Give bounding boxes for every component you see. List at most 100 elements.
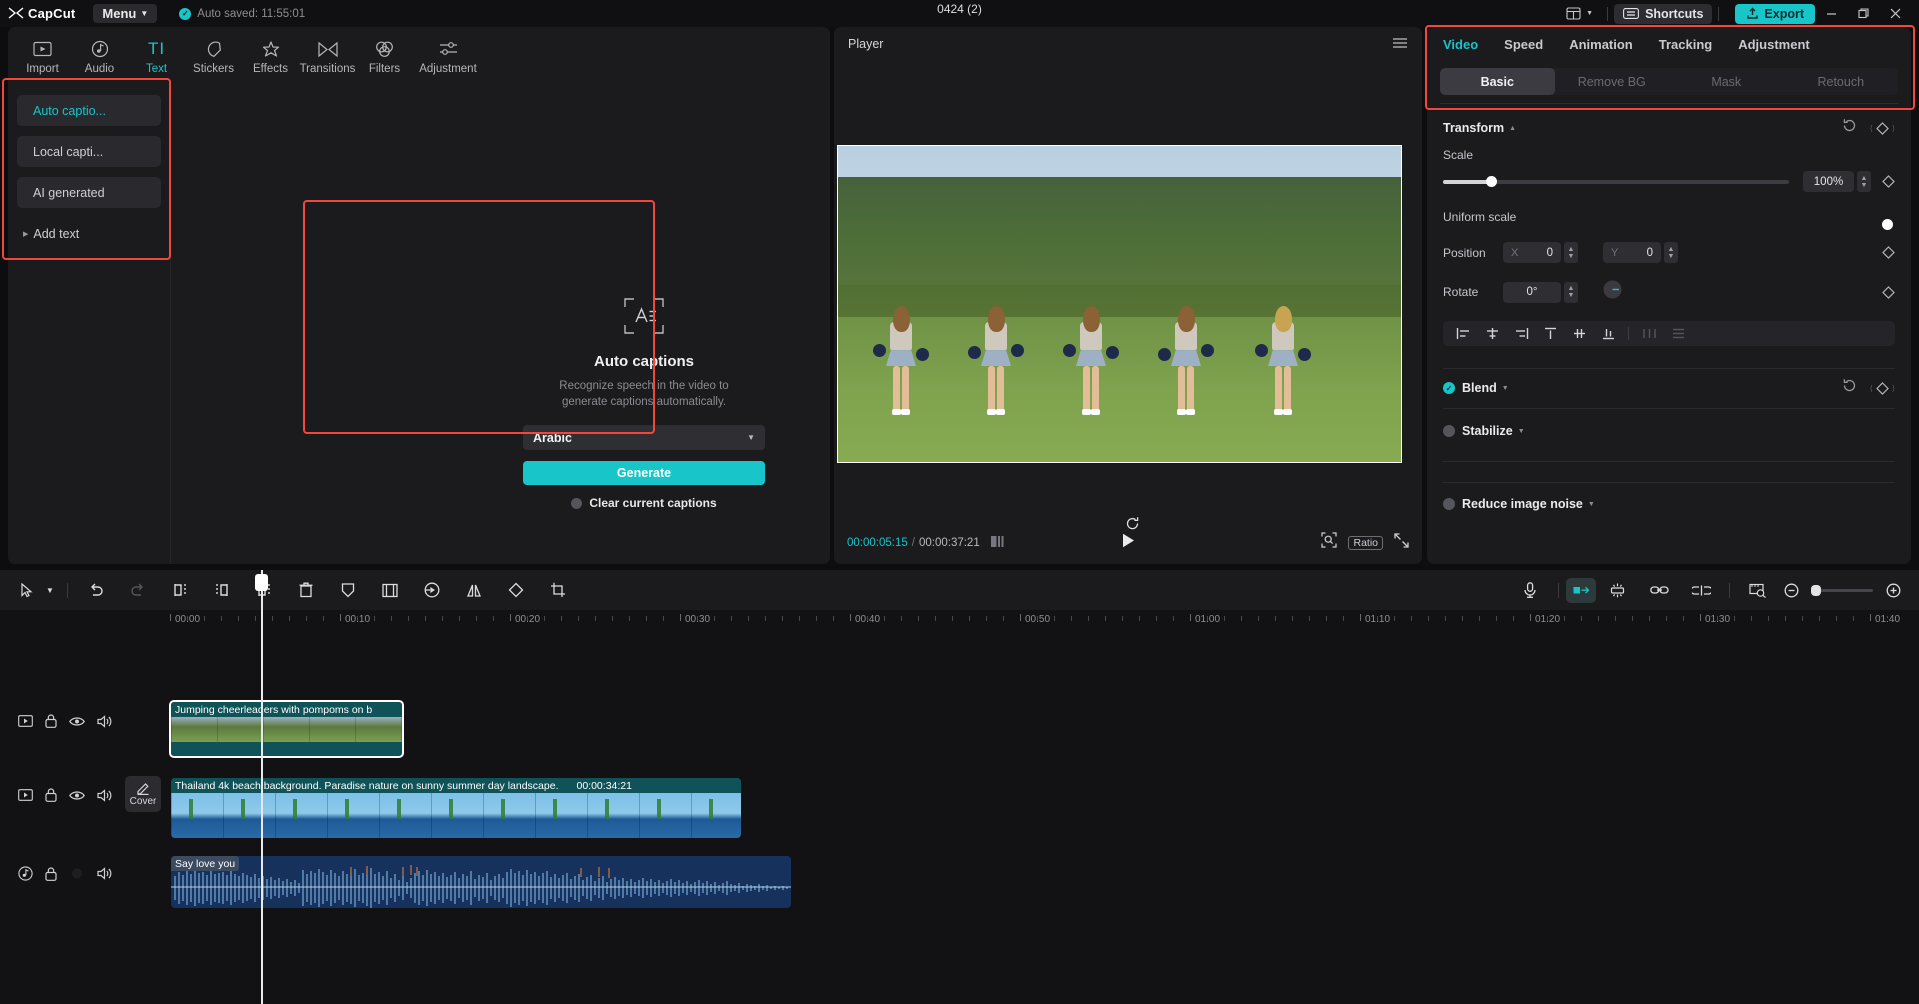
align-top-icon[interactable] bbox=[1536, 321, 1564, 346]
distribute-vertical-icon[interactable] bbox=[1664, 321, 1692, 346]
chevron-down-icon[interactable]: ▼ bbox=[1518, 428, 1525, 435]
scale-value-field[interactable]: 100% bbox=[1803, 171, 1854, 192]
tool-dropdown-icon[interactable]: ▼ bbox=[40, 570, 60, 610]
nav-item-audio[interactable]: Audio bbox=[71, 35, 128, 75]
redo-icon[interactable] bbox=[117, 570, 159, 610]
timeline-zoom-slider[interactable] bbox=[1811, 589, 1873, 592]
close-button[interactable] bbox=[1879, 0, 1911, 27]
align-right-icon[interactable] bbox=[1507, 321, 1535, 346]
playhead[interactable] bbox=[261, 570, 263, 1004]
clip-audio-1[interactable]: Say love you bbox=[171, 856, 791, 908]
scale-stepper[interactable]: ▲▼ bbox=[1857, 171, 1871, 192]
undo-icon[interactable] bbox=[75, 570, 117, 610]
distribute-horizontal-icon[interactable] bbox=[1635, 321, 1663, 346]
track-lock-icon[interactable] bbox=[45, 714, 57, 728]
chevron-down-icon[interactable]: ▼ bbox=[1588, 501, 1595, 508]
mirror-icon[interactable] bbox=[453, 570, 495, 610]
position-keyframe[interactable] bbox=[1882, 246, 1895, 259]
shortcuts-button[interactable]: Shortcuts bbox=[1614, 4, 1712, 24]
select-tool-icon[interactable] bbox=[14, 570, 40, 610]
track-type-video-icon[interactable] bbox=[18, 789, 33, 801]
zoom-out-icon[interactable] bbox=[1779, 570, 1803, 610]
tab-speed[interactable]: Speed bbox=[1504, 37, 1543, 52]
stabilize-checkbox[interactable] bbox=[1443, 425, 1455, 437]
rotate-keyframe[interactable] bbox=[1882, 286, 1895, 299]
crop-icon[interactable] bbox=[537, 570, 579, 610]
scale-slider-knob[interactable] bbox=[1486, 176, 1497, 187]
scale-slider[interactable] bbox=[1443, 180, 1789, 184]
zoom-in-icon[interactable] bbox=[1881, 570, 1905, 610]
scale-keyframe[interactable] bbox=[1882, 175, 1895, 188]
record-voiceover-icon[interactable] bbox=[1509, 570, 1551, 610]
chevron-down-icon[interactable]: ▼ bbox=[1502, 385, 1509, 392]
clear-current-captions-checkbox[interactable]: Clear current captions bbox=[571, 496, 716, 510]
cover-button[interactable]: Cover bbox=[125, 776, 161, 812]
export-button[interactable]: Export bbox=[1735, 4, 1815, 24]
minimize-button[interactable] bbox=[1815, 0, 1847, 27]
clip-video-2[interactable]: Thailand 4k beach background. Paradise n… bbox=[171, 778, 741, 838]
nav-item-stickers[interactable]: Stickers bbox=[185, 35, 242, 75]
trim-start-icon[interactable] bbox=[201, 570, 243, 610]
blend-checkbox[interactable]: ✓ bbox=[1443, 382, 1455, 394]
unlink-clips-icon[interactable] bbox=[1680, 570, 1722, 610]
subnav-item-add-text[interactable]: ▶ Add text bbox=[17, 218, 161, 249]
timeline-ruler[interactable]: 00:00 00:10 00:20 00:30 00:40 00:50 01:0… bbox=[0, 610, 1919, 636]
track-lock-icon[interactable] bbox=[45, 867, 57, 881]
track-lock-icon[interactable] bbox=[45, 788, 57, 802]
reset-icon[interactable] bbox=[1842, 118, 1857, 138]
zoom-fit-icon[interactable] bbox=[1321, 532, 1337, 553]
track-mute-icon[interactable] bbox=[97, 789, 112, 802]
align-left-icon[interactable] bbox=[1449, 321, 1477, 346]
split-icon[interactable] bbox=[159, 570, 201, 610]
generate-button[interactable]: Generate bbox=[523, 461, 765, 485]
layout-switch-button[interactable]: ▼ bbox=[1558, 7, 1601, 20]
align-center-horizontal-icon[interactable] bbox=[1478, 321, 1506, 346]
clip-video-1[interactable]: Jumping cheerleaders with pompoms on b bbox=[171, 702, 402, 756]
frames-icon[interactable] bbox=[991, 534, 1005, 552]
align-middle-vertical-icon[interactable] bbox=[1565, 321, 1593, 346]
subnav-item-auto-captions[interactable]: Auto captio... bbox=[17, 95, 161, 126]
position-x-stepper[interactable]: ▲▼ bbox=[1564, 242, 1578, 263]
speed-icon[interactable] bbox=[411, 570, 453, 610]
segment-remove-bg[interactable]: Remove BG bbox=[1555, 68, 1670, 95]
stabilize-section-header[interactable]: Stabilize ▼ bbox=[1427, 415, 1911, 447]
timeline-zoom-knob[interactable] bbox=[1811, 585, 1821, 596]
track-type-video-icon[interactable] bbox=[18, 715, 33, 727]
preview-scale-icon[interactable] bbox=[1737, 570, 1779, 610]
segment-retouch[interactable]: Retouch bbox=[1784, 68, 1899, 95]
reduce-noise-section-header[interactable]: Reduce image noise ▼ bbox=[1427, 488, 1911, 520]
nav-item-import[interactable]: Import bbox=[14, 35, 71, 75]
keyframe-control[interactable]: ⟨ ⟩ bbox=[1870, 122, 1895, 135]
rotate-field[interactable]: 0° bbox=[1503, 282, 1561, 303]
segment-basic[interactable]: Basic bbox=[1440, 68, 1555, 95]
magnetic-snap-button[interactable] bbox=[1566, 578, 1596, 603]
position-y-field[interactable]: Y 0 bbox=[1603, 242, 1661, 263]
blend-keyframe[interactable]: ⟨ ⟩ bbox=[1870, 382, 1895, 395]
subnav-item-ai-generated[interactable]: AI generated bbox=[17, 177, 161, 208]
chevron-up-icon[interactable]: ▲ bbox=[1509, 125, 1516, 132]
subnav-item-local-captions[interactable]: Local capti... bbox=[17, 136, 161, 167]
nav-item-effects[interactable]: Effects bbox=[242, 35, 299, 75]
fullscreen-icon[interactable] bbox=[1394, 533, 1409, 553]
nav-item-transitions[interactable]: Transitions bbox=[299, 35, 356, 75]
position-x-field[interactable]: X 0 bbox=[1503, 242, 1561, 263]
rotate-stepper[interactable]: ▲▼ bbox=[1564, 282, 1578, 303]
tab-animation[interactable]: Animation bbox=[1569, 37, 1633, 52]
link-clips-icon[interactable] bbox=[1638, 570, 1680, 610]
tab-video[interactable]: Video bbox=[1443, 37, 1478, 52]
segment-mask[interactable]: Mask bbox=[1669, 68, 1784, 95]
position-y-stepper[interactable]: ▲▼ bbox=[1664, 242, 1678, 263]
track-visibility-icon[interactable] bbox=[69, 790, 85, 801]
auto-adsorption-icon[interactable] bbox=[1596, 570, 1638, 610]
tab-tracking[interactable]: Tracking bbox=[1659, 37, 1712, 52]
ratio-button[interactable]: Ratio bbox=[1348, 536, 1383, 550]
menu-button[interactable]: Menu ▼ bbox=[93, 4, 157, 23]
reduce-noise-checkbox[interactable] bbox=[1443, 498, 1455, 510]
player-menu-icon[interactable] bbox=[1392, 36, 1408, 53]
rotate-icon[interactable] bbox=[495, 570, 537, 610]
track-type-audio-icon[interactable] bbox=[18, 866, 33, 881]
align-bottom-icon[interactable] bbox=[1594, 321, 1622, 346]
nav-item-adjustment[interactable]: Adjustment bbox=[413, 35, 483, 75]
tab-adjustment[interactable]: Adjustment bbox=[1738, 37, 1810, 52]
nav-item-filters[interactable]: Filters bbox=[356, 35, 413, 75]
